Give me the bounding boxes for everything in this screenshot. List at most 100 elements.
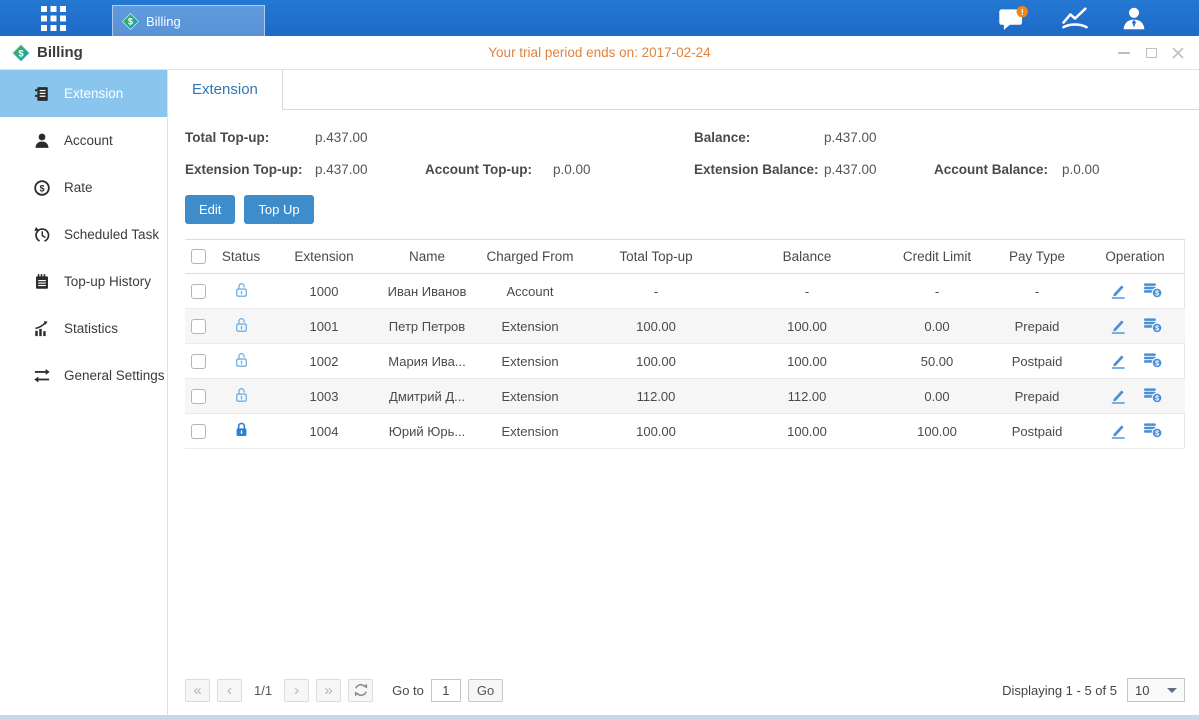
cell-name: Иван Иванов <box>377 274 477 309</box>
topbar: $ Billing ! <box>0 0 1199 36</box>
cell-name: Дмитрий Д... <box>377 379 477 414</box>
app-grid-icon[interactable] <box>36 4 70 32</box>
clock-history-icon <box>33 226 51 244</box>
status-unlocked-icon <box>232 350 251 369</box>
cell-extension: 1002 <box>271 344 377 379</box>
page-indicator: 1/1 <box>254 683 272 698</box>
edit-pencil-icon[interactable] <box>1108 280 1127 299</box>
cell-credit-limit: 50.00 <box>885 344 989 379</box>
displaying-range-text: Displaying 1 - 5 of 5 <box>1002 683 1117 698</box>
balance-label: Balance: <box>694 130 824 145</box>
cell-pay-type: Prepaid <box>989 379 1085 414</box>
edit-pencil-icon[interactable] <box>1108 315 1127 334</box>
close-button[interactable] <box>1171 46 1185 60</box>
next-page-button[interactable]: › <box>284 679 309 702</box>
sidebar-item-extension[interactable]: Extension <box>0 70 167 117</box>
column-header-balance: Balance <box>729 240 885 274</box>
extension-table: Status Extension Name Charged From Total… <box>185 239 1185 449</box>
sidebar-item-account[interactable]: Account <box>0 117 167 164</box>
cell-total-topup: 112.00 <box>583 379 729 414</box>
balance-value: p.437.00 <box>824 130 934 145</box>
sidebar-item-scheduled-task[interactable]: Scheduled Task <box>0 211 167 258</box>
column-header-name: Name <box>377 240 477 274</box>
column-header-status: Status <box>211 240 271 274</box>
goto-page-input[interactable] <box>431 679 461 702</box>
cell-total-topup: 100.00 <box>583 414 729 449</box>
edit-pencil-icon[interactable] <box>1108 350 1127 369</box>
table-row[interactable]: 1003 Дмитрий Д... Extension 112.00 112.0… <box>185 379 1185 414</box>
main-content: Extension Total Top-up: p.437.00 Extensi… <box>168 70 1199 715</box>
column-header-total-topup: Total Top-up <box>583 240 729 274</box>
top-up-coins-icon[interactable]: $ <box>1142 350 1163 369</box>
sidebar-item-rate[interactable]: $ Rate <box>0 164 167 211</box>
account-balance-label: Account Balance: <box>934 162 1062 177</box>
last-page-button[interactable]: » <box>316 679 341 702</box>
row-checkbox[interactable] <box>191 354 206 369</box>
cell-balance: 100.00 <box>729 344 885 379</box>
page-size-select[interactable]: 10 <box>1127 678 1185 702</box>
row-checkbox[interactable] <box>191 319 206 334</box>
minimize-button[interactable] <box>1117 46 1131 60</box>
edit-pencil-icon[interactable] <box>1108 420 1127 439</box>
refresh-button[interactable] <box>348 679 373 702</box>
top-up-button[interactable]: Top Up <box>244 195 313 224</box>
page-size-value: 10 <box>1135 683 1149 698</box>
svg-text:$: $ <box>1155 324 1159 332</box>
cell-extension: 1000 <box>271 274 377 309</box>
extension-balance-label: Extension Balance: <box>694 162 824 177</box>
cell-charged-from: Extension <box>477 379 583 414</box>
table-row[interactable]: 1002 Мария Ива... Extension 100.00 100.0… <box>185 344 1185 379</box>
go-button[interactable]: Go <box>468 679 503 702</box>
status-unlocked-icon <box>232 315 251 334</box>
top-up-coins-icon[interactable]: $ <box>1142 280 1163 299</box>
top-up-coins-icon[interactable]: $ <box>1142 385 1163 404</box>
messages-icon[interactable]: ! <box>998 6 1029 31</box>
titlebar: $ Billing Your trial period ends on: 201… <box>0 36 1199 70</box>
reports-chart-icon[interactable] <box>1061 7 1089 30</box>
table-row[interactable]: 1001 Петр Петров Extension 100.00 100.00… <box>185 309 1185 344</box>
maximize-button[interactable] <box>1144 46 1158 60</box>
svg-text:$: $ <box>1155 359 1159 367</box>
cell-balance: 100.00 <box>729 414 885 449</box>
cell-pay-type: Postpaid <box>989 344 1085 379</box>
extension-topup-label: Extension Top-up: <box>185 162 315 177</box>
top-up-coins-icon[interactable]: $ <box>1142 420 1163 439</box>
sidebar-item-statistics[interactable]: Statistics <box>0 305 167 352</box>
goto-label: Go to <box>392 683 424 698</box>
first-page-button[interactable]: « <box>185 679 210 702</box>
top-up-coins-icon[interactable]: $ <box>1142 315 1163 334</box>
row-checkbox[interactable] <box>191 424 206 439</box>
sidebar-item-label: Statistics <box>64 321 118 336</box>
svg-text:$: $ <box>39 183 44 193</box>
user-account-icon[interactable] <box>1121 6 1147 30</box>
sidebar-item-topup-history[interactable]: Top-up History <box>0 258 167 305</box>
cell-charged-from: Account <box>477 274 583 309</box>
sidebar-item-label: Scheduled Task <box>64 227 159 242</box>
chevron-down-icon <box>1167 688 1177 693</box>
window-bottom-edge <box>0 715 1199 720</box>
cell-credit-limit: - <box>885 274 989 309</box>
table-row[interactable]: 1000 Иван Иванов Account - - - - $ <box>185 274 1185 309</box>
refresh-icon <box>353 682 369 698</box>
page-title: Billing <box>37 44 83 61</box>
cell-balance: 112.00 <box>729 379 885 414</box>
prev-page-button[interactable]: ‹ <box>217 679 242 702</box>
cell-pay-type: - <box>989 274 1085 309</box>
tab-extension[interactable]: Extension <box>168 70 283 110</box>
billing-diamond-icon: $ <box>12 44 30 62</box>
column-header-charged-from: Charged From <box>477 240 583 274</box>
column-header-pay-type: Pay Type <box>989 240 1085 274</box>
edit-button[interactable]: Edit <box>185 195 235 224</box>
cell-balance: - <box>729 274 885 309</box>
tab-bar: Extension <box>168 70 1199 110</box>
row-checkbox[interactable] <box>191 389 206 404</box>
person-icon <box>33 132 51 150</box>
sidebar-item-general-settings[interactable]: General Settings <box>0 352 167 399</box>
row-checkbox[interactable] <box>191 284 206 299</box>
table-header-row: Status Extension Name Charged From Total… <box>185 240 1185 274</box>
select-all-checkbox[interactable] <box>191 249 206 264</box>
edit-pencil-icon[interactable] <box>1108 385 1127 404</box>
taskbar-tab-billing[interactable]: $ Billing <box>112 5 265 36</box>
billing-diamond-icon: $ <box>122 13 139 30</box>
table-row[interactable]: 1004 Юрий Юрь... Extension 100.00 100.00… <box>185 414 1185 449</box>
